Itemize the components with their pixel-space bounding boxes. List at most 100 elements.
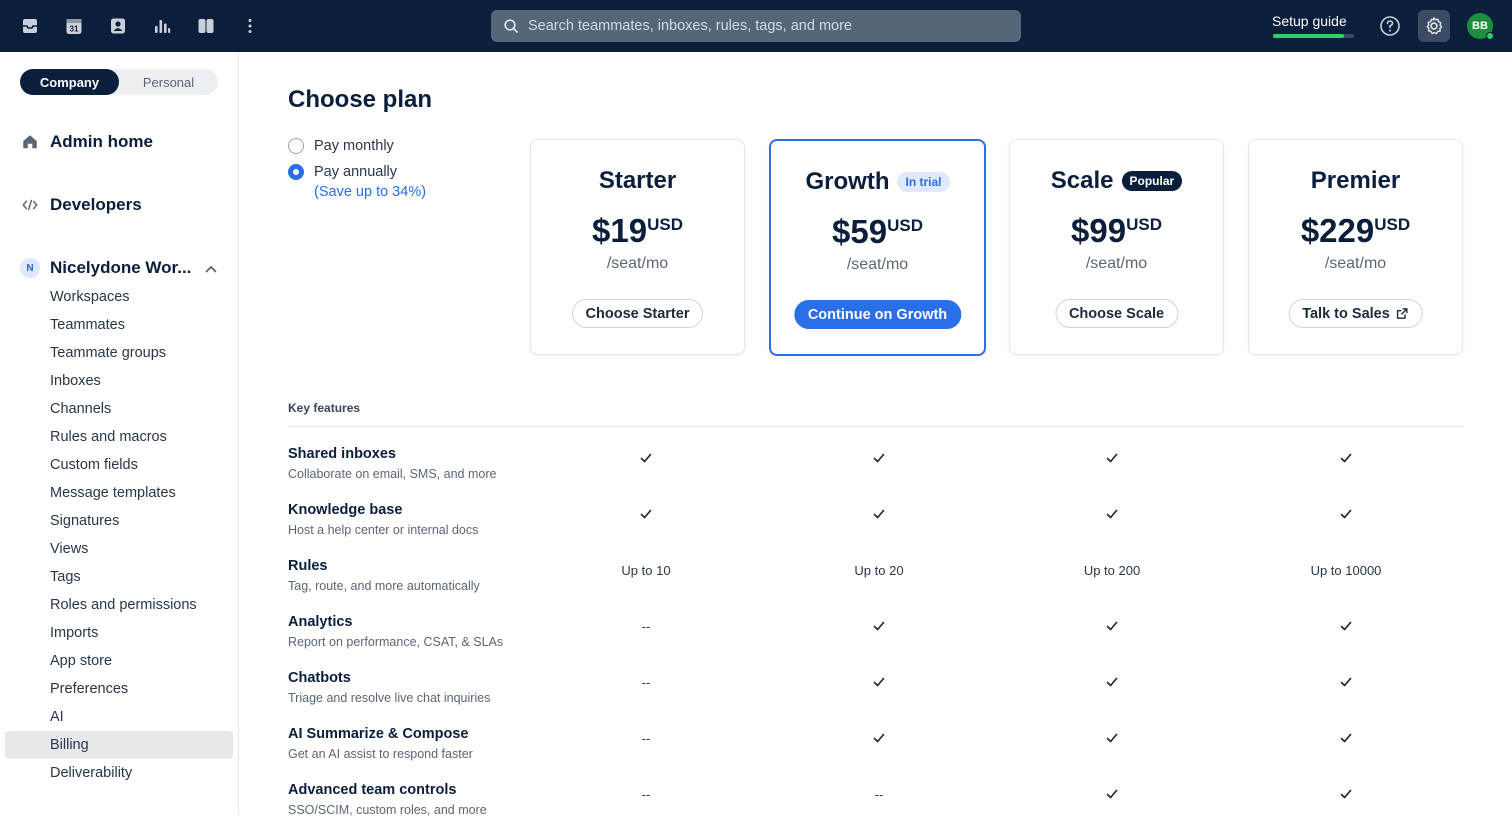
- sidebar-item-tags[interactable]: Tags: [5, 563, 233, 591]
- button-label: Choose Scale: [1068, 305, 1165, 322]
- check-icon: [1042, 505, 1182, 523]
- sidebar-item-teammates[interactable]: Teammates: [5, 311, 233, 339]
- pay-annually-radio[interactable]: [288, 164, 304, 180]
- feature-name: Analytics: [288, 614, 353, 630]
- plan-card-premier: Premier $229 USD /seat/mo Talk to Sales: [1248, 139, 1463, 355]
- sidebar-item-billing[interactable]: Billing: [5, 731, 233, 759]
- talk-to-sales-button[interactable]: Talk to Sales: [1288, 299, 1423, 328]
- feature-description: SSO/SCIM, custom roles, and more: [288, 803, 487, 817]
- feature-value: --: [641, 618, 651, 634]
- feature-description: Collaborate on email, SMS, and more: [288, 467, 497, 481]
- company-tab[interactable]: Company: [20, 69, 119, 95]
- feature-value: Up to 10000: [1310, 562, 1382, 578]
- sidebar-item-deliverability[interactable]: Deliverability: [5, 759, 233, 787]
- search-icon: [504, 19, 518, 33]
- plan-card-growth: Growth In trial $59 USD /seat/mo Continue …: [769, 139, 986, 356]
- popular-badge: Popular: [1121, 171, 1183, 191]
- pay-annually-option[interactable]: Pay annually: [288, 164, 397, 180]
- workspace-badge: N: [20, 258, 40, 278]
- feature-description: Report on performance, CSAT, & SLAs: [288, 635, 504, 649]
- sidebar-item-ai[interactable]: AI: [5, 703, 233, 731]
- pay-monthly-radio[interactable]: [288, 138, 304, 154]
- sidebar-item-preferences[interactable]: Preferences: [5, 675, 233, 703]
- feature-description: Get an AI assist to respond faster: [288, 747, 473, 761]
- sidebar-item-custom-fields[interactable]: Custom fields: [5, 451, 233, 479]
- feature-row: Advanced team controls SSO/SCIM, custom r…: [288, 782, 1464, 838]
- settings-button[interactable]: [1418, 10, 1450, 42]
- plan-price: $229: [1300, 212, 1375, 249]
- choose-scale-button[interactable]: Choose Scale: [1054, 299, 1179, 328]
- setup-guide-label: Setup guide: [1272, 13, 1347, 29]
- feature-name: Rules: [288, 558, 328, 574]
- divider: [288, 426, 1464, 427]
- sidebar-item-workspaces[interactable]: Workspaces: [5, 283, 233, 311]
- check-icon: [1042, 729, 1182, 747]
- workspace-header[interactable]: N Nicelydone Wor...: [20, 258, 191, 278]
- developers-link[interactable]: Developers: [20, 195, 142, 215]
- plan-period: /seat/mo: [846, 256, 909, 273]
- sidebar-item-message-templates[interactable]: Message templates: [5, 479, 233, 507]
- feature-name: Advanced team controls: [288, 782, 457, 798]
- feature-description: Triage and resolve live chat inquiries: [288, 691, 491, 705]
- check-icon: [576, 449, 716, 467]
- plan-currency: USD: [887, 216, 923, 235]
- feature-value: Up to 10: [621, 562, 671, 578]
- plan-name: Scale: [1050, 167, 1114, 194]
- feature-row: Chatbots Triage and resolve live chat inq…: [288, 670, 1464, 726]
- plan-card-scale: Scale Popular $99 USD /seat/mo Choose Scal…: [1009, 139, 1224, 355]
- plan-period: /seat/mo: [1324, 255, 1387, 272]
- help-icon[interactable]: [1378, 14, 1402, 38]
- page-title: Choose plan: [288, 86, 433, 113]
- plan-period: /seat/mo: [606, 255, 669, 272]
- admin-home-label: Admin home: [50, 132, 153, 151]
- gear-icon: [1426, 17, 1443, 35]
- sidebar-item-rules-and-macros[interactable]: Rules and macros: [5, 423, 233, 451]
- knowledge-icon[interactable]: [194, 14, 218, 38]
- sidebar-item-app-store[interactable]: App store: [5, 647, 233, 675]
- pay-monthly-option[interactable]: Pay monthly: [288, 138, 394, 154]
- continue-on-growth-button[interactable]: Continue on Growth: [793, 300, 962, 329]
- choose-starter-button[interactable]: Choose Starter: [571, 299, 704, 328]
- search-placeholder: Search teammates, inboxes, rules, tags, …: [528, 18, 852, 34]
- setup-guide[interactable]: Setup guide: [1272, 13, 1356, 39]
- button-label: Choose Starter: [585, 305, 690, 322]
- feature-description: Host a help center or internal docs: [288, 523, 479, 537]
- chevron-up-icon[interactable]: [204, 262, 218, 276]
- calendar-icon[interactable]: 31: [62, 14, 86, 38]
- pay-annually-label: Pay annually: [314, 164, 398, 180]
- plan-price: $19: [592, 212, 648, 249]
- feature-row: AI Summarize & Compose Get an AI assist t…: [288, 726, 1464, 782]
- plan-currency: USD: [1126, 215, 1162, 234]
- sidebar-item-views[interactable]: Views: [5, 535, 233, 563]
- check-icon: [1042, 785, 1182, 803]
- inbox-icon[interactable]: [18, 14, 42, 38]
- sidebar-item-channels[interactable]: Channels: [5, 395, 233, 423]
- admin-home-link[interactable]: Admin home: [20, 132, 153, 152]
- button-label: Talk to Sales: [1302, 305, 1390, 322]
- search-input[interactable]: Search teammates, inboxes, rules, tags, …: [491, 10, 1021, 42]
- feature-row: Knowledge base Host a help center or inte…: [288, 502, 1464, 558]
- top-bar: 31 Search teammates, inboxes, rules, tag…: [0, 0, 1512, 52]
- pay-monthly-label: Pay monthly: [314, 138, 394, 154]
- check-icon: [1276, 729, 1416, 747]
- sidebar-item-roles-and-permissions[interactable]: Roles and permissions: [5, 591, 233, 619]
- in-trial-badge: In trial: [897, 172, 950, 192]
- sidebar-item-teammate-groups[interactable]: Teammate groups: [5, 339, 233, 367]
- sidebar-item-imports[interactable]: Imports: [5, 619, 233, 647]
- more-icon[interactable]: [238, 14, 262, 38]
- workspace-nav: Workspaces Teammates Teammate groups Inboxe…: [5, 283, 233, 787]
- online-status-dot: [1486, 32, 1494, 40]
- home-icon: [20, 132, 40, 152]
- plan-name: Starter: [598, 167, 677, 194]
- analytics-icon[interactable]: [150, 14, 174, 38]
- sidebar-item-signatures[interactable]: Signatures: [5, 507, 233, 535]
- plan-period: /seat/mo: [1085, 255, 1148, 272]
- sidebar: Company Personal Admin home Developers N…: [0, 52, 239, 814]
- check-icon: [576, 505, 716, 523]
- contacts-icon[interactable]: [106, 14, 130, 38]
- personal-tab[interactable]: Personal: [119, 69, 218, 95]
- button-label: Continue on Growth: [807, 306, 948, 323]
- check-icon: [1276, 617, 1416, 635]
- svg-text:31: 31: [70, 25, 79, 34]
- sidebar-item-inboxes[interactable]: Inboxes: [5, 367, 233, 395]
